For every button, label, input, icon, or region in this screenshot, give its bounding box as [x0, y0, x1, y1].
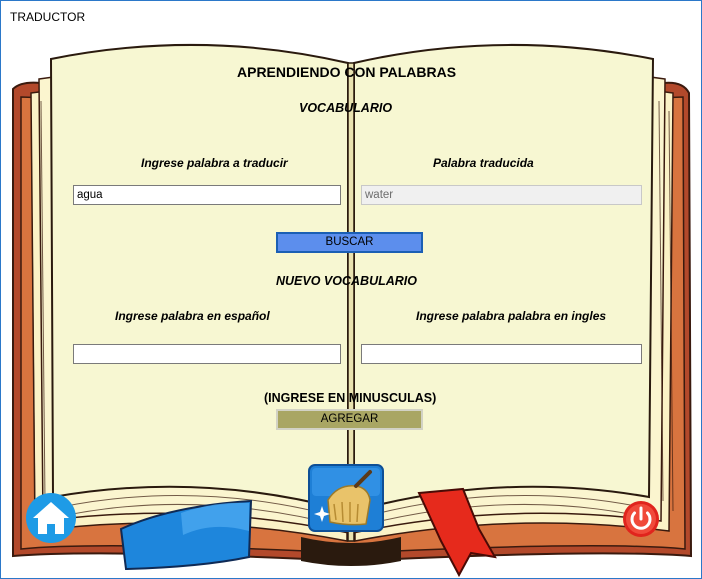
translated-word-output — [361, 185, 642, 205]
spanish-word-label: Ingrese palabra en español — [115, 309, 270, 323]
source-word-input[interactable] — [73, 185, 341, 205]
translator-window: TRADUCTOR APRENDIENDO CON PALABRAS VOCAB… — [0, 0, 702, 579]
english-word-label: Ingrese palabra palabra en ingles — [416, 309, 607, 323]
translated-word-label: Palabra traducida — [433, 156, 534, 170]
home-icon — [26, 493, 76, 543]
power-button[interactable] — [622, 500, 660, 538]
source-word-label: Ingrese palabra a traducir — [141, 156, 288, 170]
page-title: APRENDIENDO CON PALABRAS — [237, 64, 457, 80]
english-word-input[interactable] — [361, 344, 642, 364]
power-icon — [623, 501, 659, 537]
home-button[interactable] — [25, 492, 77, 544]
clean-button[interactable] — [308, 464, 384, 532]
add-button[interactable]: AGREGAR — [276, 409, 423, 430]
search-button[interactable]: BUSCAR — [276, 232, 423, 253]
section-vocabulary-title: VOCABULARIO — [299, 101, 393, 115]
spanish-word-input[interactable] — [73, 344, 341, 364]
broom-icon — [308, 464, 384, 532]
new-vocabulary-title: NUEVO VOCABULARIO — [276, 274, 417, 288]
lowercase-note: (INGRESE EN MINUSCULAS) — [264, 391, 437, 405]
